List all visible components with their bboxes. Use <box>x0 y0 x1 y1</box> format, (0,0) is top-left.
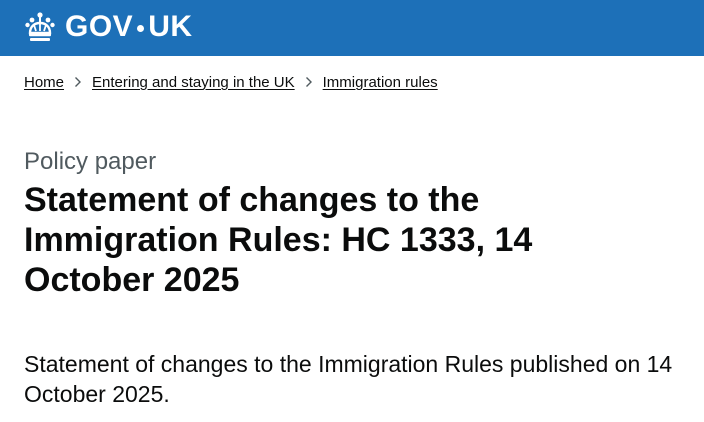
breadcrumb: Home Entering and staying in the UK Immi… <box>24 72 438 92</box>
logo-text-right: UK <box>148 10 193 43</box>
page-title: Statement of changes to the Immigration … <box>24 181 533 299</box>
site-header: GOV UK <box>0 0 704 56</box>
breadcrumb-immigration-rules-link[interactable]: Immigration rules <box>323 74 438 91</box>
govuk-wordmark: GOV UK <box>65 8 193 46</box>
breadcrumb-home-link[interactable]: Home <box>24 74 64 91</box>
chevron-right-icon <box>75 77 82 87</box>
crown-icon <box>25 12 55 41</box>
govuk-logo-link[interactable]: GOV UK <box>24 8 193 46</box>
page-description: Statement of changes to the Immigration … <box>24 351 673 407</box>
breadcrumb-entering-staying-link[interactable]: Entering and staying in the UK <box>92 74 295 91</box>
chevron-right-icon <box>305 77 312 87</box>
logo-dot <box>137 24 145 32</box>
document-type-caption: Policy paper <box>24 148 157 175</box>
logo-text-left: GOV <box>65 10 134 43</box>
